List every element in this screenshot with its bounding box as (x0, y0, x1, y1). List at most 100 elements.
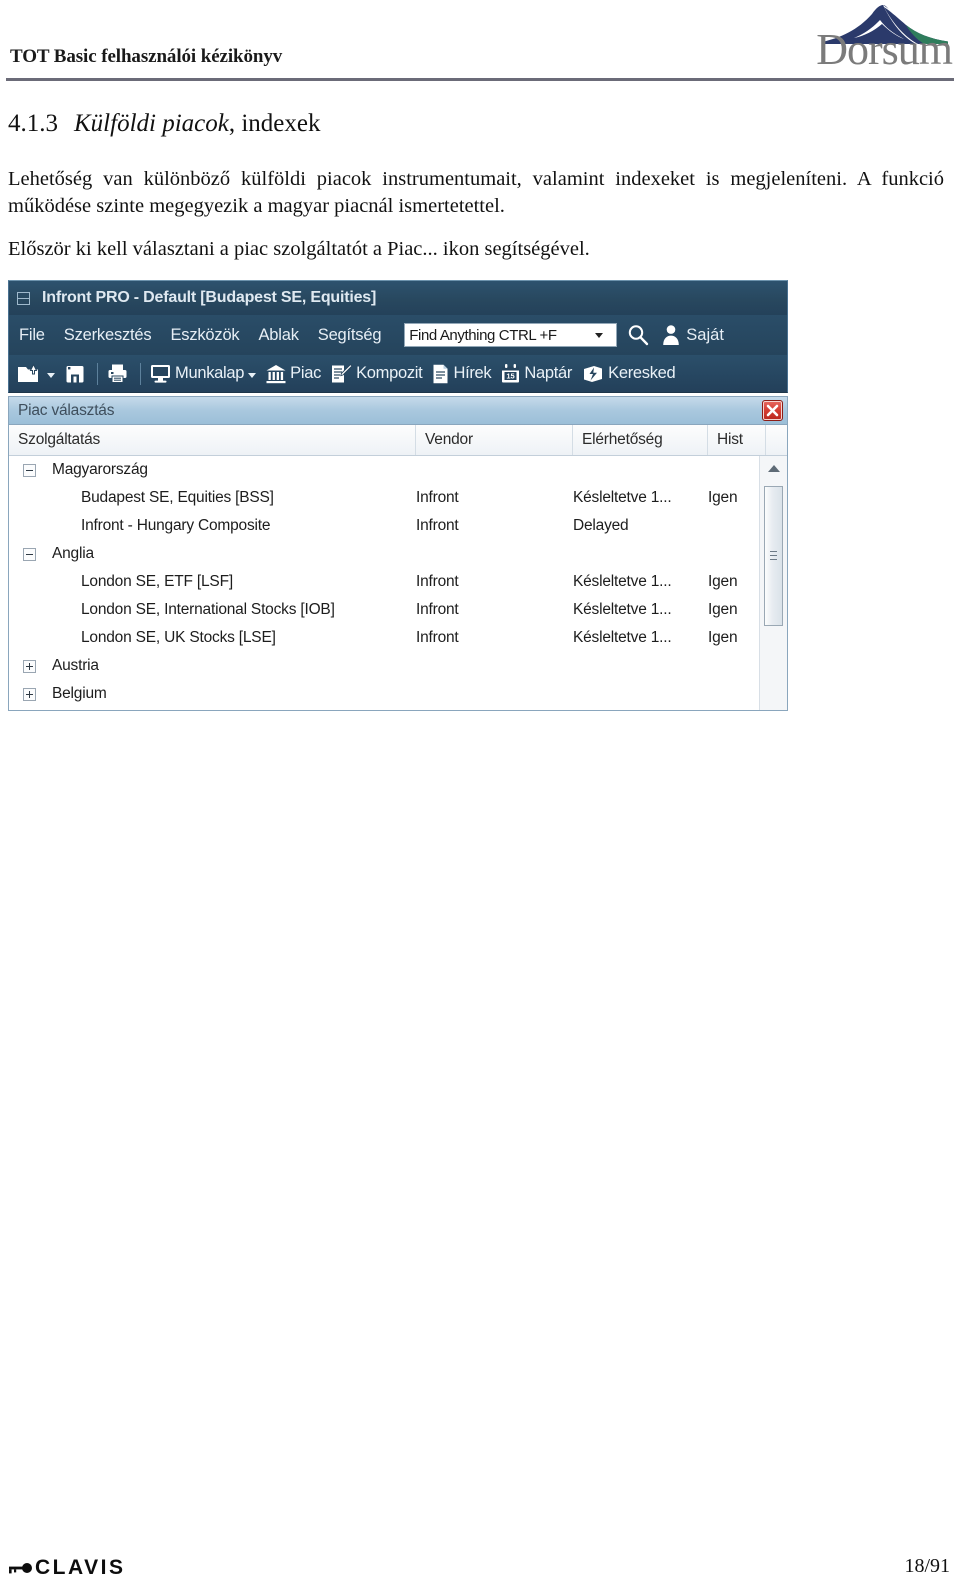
tree-group-row[interactable]: Belgium (9, 680, 787, 708)
scrollbar-thumb[interactable] (764, 486, 783, 626)
page-title: 4.1.3 Külföldi piacok, indexek (8, 110, 321, 138)
bank-building-icon (266, 365, 286, 384)
tree-cell-hist: Igen (708, 629, 738, 646)
dorsum-wordmark: Dorsum (816, 25, 953, 74)
tree-cell-vendor: Infront (416, 517, 459, 534)
tree-cell-availability: Késleltetve 1... (573, 489, 672, 506)
scrollbar-grip-icon (770, 551, 777, 562)
tree-collapse-icon[interactable] (23, 548, 36, 561)
tree-expand-icon[interactable] (23, 660, 36, 673)
column-header-spacer (766, 425, 787, 455)
toolbar-divider-2 (140, 362, 141, 385)
tree-cell-availability: Késleltetve 1... (573, 601, 672, 618)
tree-label: Anglia (52, 545, 94, 562)
document-header-title: TOT Basic felhasználói kézikönyv (10, 46, 283, 67)
tree-child-row[interactable]: London SE, UK Stocks [LSE] Infront Késle… (9, 624, 787, 652)
paragraph-2: Először ki kell választani a piac szolgá… (8, 238, 590, 260)
print-button[interactable] (106, 362, 129, 385)
vertical-scrollbar[interactable] (759, 456, 787, 710)
menu-bar: File Szerkesztés Eszközök Ablak Segítség… (8, 315, 788, 355)
toolbar-item-kompozit[interactable]: Kompozit (330, 363, 423, 385)
tree-cell-vendor: Infront (416, 601, 459, 618)
header-divider (6, 78, 954, 81)
tree-group-row[interactable]: Anglia (9, 540, 787, 568)
tree-child-row[interactable]: London SE, ETF [LSF] Infront Késleltetve… (9, 568, 787, 596)
section-number: 4.1.3 (8, 110, 58, 137)
trade-lightning-icon (584, 366, 603, 382)
window-menu-icon[interactable] (17, 291, 30, 305)
tree-label: London SE, ETF [LSF] (81, 573, 233, 590)
menu-item-eszkozok[interactable]: Eszközök (170, 326, 239, 345)
column-header-row: Szolgáltatás Vendor Elérhetőség Hist (9, 425, 787, 456)
tree-collapse-icon[interactable] (23, 464, 36, 477)
save-button[interactable] (64, 363, 86, 385)
menu-item-szerkesztes[interactable]: Szerkesztés (64, 326, 152, 345)
menu-item-segitseg[interactable]: Segítség (318, 326, 382, 345)
tree-group-row[interactable]: Magyarország (9, 456, 787, 484)
tree-cell-availability: Késleltetve 1... (573, 573, 672, 590)
open-folder-button[interactable] (17, 362, 55, 386)
tree-cell-vendor: Infront (416, 573, 459, 590)
calendar-day-number: 15 (507, 372, 515, 381)
search-area: Find Anything CTRL +F Saját (404, 323, 724, 347)
toolbar-item-naptar[interactable]: 15 Naptár (500, 363, 572, 384)
toolbar-item-piac[interactable]: Piac (265, 363, 321, 384)
column-header-vendor[interactable]: Vendor (416, 425, 573, 455)
toolbar-item-munkalap[interactable]: Munkalap (149, 363, 257, 384)
column-header-elerhetoseg[interactable]: Elérhetőség (573, 425, 708, 455)
panel-title: Piac választás (18, 401, 115, 419)
person-icon[interactable] (661, 324, 681, 346)
page-footer: CLAVIS 18/91 (0, 1542, 960, 1582)
chevron-down-icon[interactable] (595, 333, 604, 338)
toolbar-label-piac: Piac (290, 364, 322, 382)
menu-item-ablak[interactable]: Ablak (258, 326, 298, 345)
tree-group-row[interactable]: Austria (9, 652, 787, 680)
toolbar-file-group (17, 362, 149, 386)
section-title-roman: , indexek (228, 110, 321, 137)
scroll-up-arrow-icon[interactable] (760, 456, 787, 481)
close-icon[interactable] (762, 400, 783, 421)
search-icon[interactable] (626, 323, 650, 347)
tree-child-row[interactable]: Budapest SE, Equities [BSS] Infront Késl… (9, 484, 787, 512)
window-title: Infront PRO - Default [Budapest SE, Equi… (42, 289, 377, 306)
toolbar-divider (97, 362, 98, 385)
column-header-hist[interactable]: Hist (708, 425, 766, 455)
tree-child-row[interactable]: Infront - Hungary Composite Infront Dela… (9, 512, 787, 540)
market-tree: Magyarország Budapest SE, Equities [BSS]… (9, 456, 787, 710)
toolbar-label-naptar: Naptár (524, 364, 573, 382)
monitor-icon (151, 365, 170, 383)
column-header-szolgaltatas[interactable]: Szolgáltatás (9, 425, 416, 455)
search-input[interactable]: Find Anything CTRL +F (404, 323, 618, 347)
tree-cell-vendor: Infront (416, 629, 459, 646)
toolbar: Munkalap Piac Kompozit Hírek 15 Naptár K… (8, 355, 788, 393)
search-input-value: Find Anything CTRL +F (409, 326, 557, 344)
section-title-italic: Külföldi piacok (74, 110, 229, 137)
printer-icon (108, 364, 127, 383)
tree-cell-hist: Igen (708, 601, 738, 618)
application-screenshot: Infront PRO - Default [Budapest SE, Equi… (8, 280, 788, 718)
clavis-logo: CLAVIS (8, 1557, 125, 1578)
chevron-down-icon (248, 372, 257, 378)
tree-cell-availability: Késleltetve 1... (573, 629, 672, 646)
calendar-icon: 15 (502, 364, 520, 383)
tree-child-row[interactable]: London SE, International Stocks [IOB] In… (9, 596, 787, 624)
tree-label: Austria (52, 657, 99, 674)
folder-open-icon (18, 362, 38, 382)
piac-valasztas-panel: Piac választás Szolgáltatás Vendor Elérh… (8, 396, 788, 711)
news-document-icon (433, 364, 448, 383)
toolbar-label-hirek: Hírek (453, 364, 492, 382)
toolbar-label-kereskedes: Keresked (608, 364, 676, 382)
toolbar-item-kereskedes[interactable]: Keresked (581, 363, 676, 384)
user-label[interactable]: Saját (686, 326, 724, 345)
toolbar-label-kompozit: Kompozit (356, 364, 423, 382)
panel-titlebar: Piac választás (9, 397, 787, 425)
tree-label: Belgium (52, 685, 107, 702)
clavis-wordmark: CLAVIS (35, 1556, 126, 1579)
key-icon (9, 1562, 32, 1573)
tree-label: Magyarország (52, 461, 148, 478)
toolbar-item-hirek[interactable]: Hírek (431, 363, 492, 385)
menu-item-file[interactable]: File (19, 326, 45, 345)
dorsum-logo: Dorsum (766, 2, 953, 76)
tree-expand-icon[interactable] (23, 688, 36, 701)
tree-cell-hist: Igen (708, 573, 738, 590)
